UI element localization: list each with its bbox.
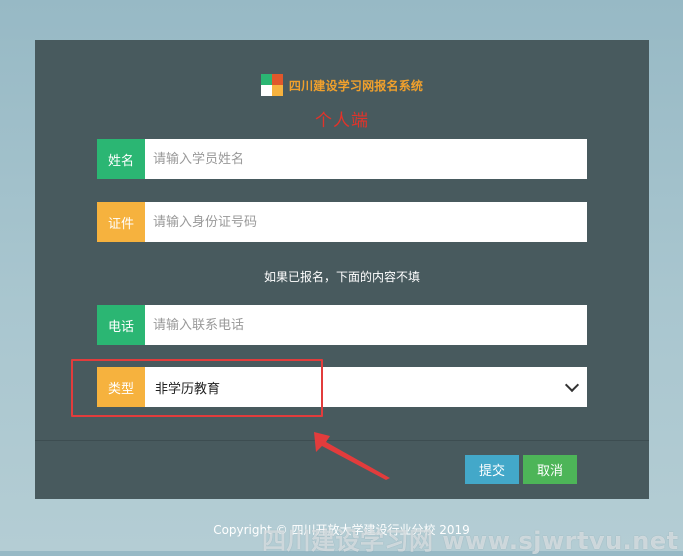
id-card-input[interactable] (145, 202, 587, 242)
cancel-button[interactable]: 取消 (523, 455, 577, 484)
registration-note: 如果已报名，下面的内容不填 (263, 270, 420, 284)
system-title: 四川建设学习网报名系统 (288, 78, 424, 93)
highlight-box (71, 359, 323, 417)
system-logo-icon (260, 74, 283, 96)
page-subtitle: 个人端 (315, 111, 369, 131)
annotation-arrow-icon (314, 432, 390, 480)
phone-label: 电话 (97, 305, 145, 345)
header: 四川建设学习网报名系统 (35, 74, 649, 96)
submit-button[interactable]: 提交 (465, 455, 519, 484)
chevron-down-icon (564, 377, 580, 393)
id-card-label: 证件 (97, 202, 145, 242)
id-card-field: 证件 (97, 202, 587, 242)
name-field: 姓名 (97, 139, 587, 179)
phone-field: 电话 (97, 305, 587, 345)
phone-input[interactable] (145, 305, 587, 345)
name-label: 姓名 (97, 139, 145, 179)
name-input[interactable] (145, 139, 587, 179)
